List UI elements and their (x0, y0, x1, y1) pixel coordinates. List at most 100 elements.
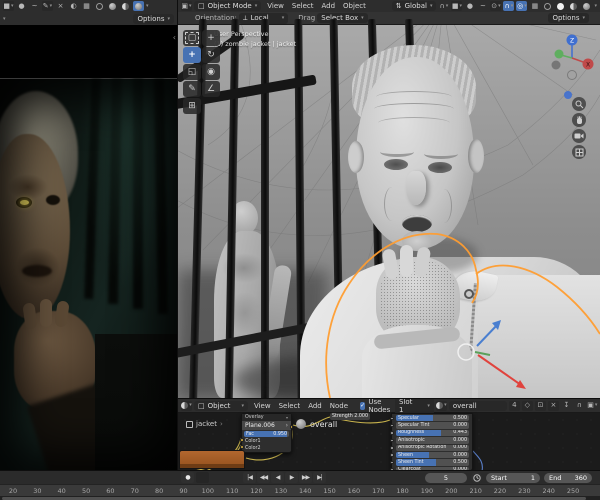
rendered-shading-icon[interactable] (581, 1, 592, 11)
material-shading-icon[interactable] (568, 1, 579, 11)
add-object-tool[interactable]: ⊞ (183, 98, 201, 114)
rotate-tool[interactable]: ↻ (202, 47, 220, 63)
clock-icon[interactable] (471, 472, 482, 483)
collapse-arrow-icon[interactable]: ‹ (173, 33, 176, 42)
pen-dropdown[interactable]: ✎ ▾ (42, 1, 53, 11)
fac-slider[interactable]: Fac 0.950 (242, 430, 291, 438)
previous-frame-button[interactable]: ◀ (271, 472, 284, 483)
node-slider-sheen[interactable]: Sheen 0.000 (390, 451, 469, 459)
chevron-down-icon[interactable]: ▾ (146, 3, 149, 9)
input-socket[interactable] (390, 446, 394, 450)
mix-node[interactable]: Overlay ▾ Plane.006 › Fac 0.950 Color1 Color… (240, 413, 293, 454)
blend-mode-dropdown[interactable]: Overlay ▾ (242, 414, 291, 421)
menu-node[interactable]: Node (326, 402, 352, 410)
measure-tool[interactable]: ∠ (202, 81, 220, 97)
wireframe-sphere-icon[interactable] (94, 1, 105, 11)
pan-hand-button[interactable] (572, 113, 586, 127)
falloff-dropdown[interactable]: ■ ▾ (451, 1, 463, 11)
transform-tool[interactable]: ◉ (202, 64, 220, 80)
timeline-scrollbar[interactable] (0, 496, 600, 500)
start-frame-field[interactable]: Start 1 (486, 472, 540, 483)
half-sphere-icon[interactable]: ◐ (68, 1, 79, 11)
unlink-material-icon[interactable]: × (547, 400, 559, 411)
node-slider-specular[interactable]: Specular 0.500 (390, 415, 469, 422)
output-socket[interactable] (289, 425, 293, 429)
fake-user-shield-icon[interactable]: ◇ (521, 400, 533, 411)
cursor-tool[interactable]: + (202, 30, 220, 46)
input-socket[interactable] (390, 460, 394, 465)
principled-bsdf-node[interactable]: Specular 0.500 Specular Tint 0.000 Roughne… (390, 413, 473, 470)
jump-to-start-button[interactable]: |◀ (243, 472, 256, 483)
image-texture-node[interactable] (179, 450, 245, 469)
zoom-button[interactable] (572, 97, 586, 111)
overlays-dropdown-icon[interactable]: ▣ ▾ (587, 401, 598, 411)
input-socket[interactable] (390, 431, 394, 435)
menu-view[interactable]: View (250, 402, 275, 410)
solid-sphere-icon[interactable] (107, 1, 118, 11)
camera-view-button[interactable] (572, 129, 586, 143)
scale-tool[interactable]: ◱ (183, 64, 201, 80)
node-slider-roughness[interactable]: Roughness 0.443 (390, 429, 469, 437)
end-frame-field[interactable]: End 360 (544, 472, 592, 483)
keying-set-button[interactable] (196, 472, 209, 483)
node-slider-anisotropic-rotation[interactable]: Anisotropic Rotation 0.000 (390, 444, 469, 451)
grid-icon[interactable]: ▦ (81, 1, 92, 11)
select-box-tool[interactable]: ▢ (183, 30, 201, 46)
ortho-grid-button[interactable] (572, 145, 586, 159)
input-color2[interactable]: Color2 (242, 445, 291, 452)
annotate-tool[interactable]: ✎ (183, 81, 201, 97)
pin-icon[interactable]: ↧ (561, 401, 572, 411)
select-tool-dropdown[interactable]: Select Box ▾ (317, 13, 368, 23)
options-button[interactable]: Options ▾ (133, 13, 174, 24)
rendered-sphere-icon[interactable] (133, 1, 144, 11)
material-sphere-icon[interactable] (120, 1, 131, 11)
solid-shading-icon[interactable] (555, 1, 566, 11)
editor-type-icon[interactable]: ▾ (181, 400, 192, 411)
circle-icon[interactable]: ● (16, 1, 27, 11)
mode-dropdown[interactable]: □ Object Mode ▾ (194, 1, 262, 11)
menu-select[interactable]: Select (275, 402, 305, 410)
node-graph-canvas[interactable]: jacket › Overlay ▾ Plane.006 › Fac 0.950 Co… (178, 413, 600, 470)
menu-view[interactable]: View (263, 2, 288, 10)
strength-field[interactable]: Strength 2.000 (330, 413, 370, 420)
node-slider-specular-tint[interactable]: Specular Tint 0.000 (390, 422, 469, 429)
viewport-canvas[interactable]: Z X User Perspective (1) zombie jacket |… (178, 18, 600, 398)
previous-keyframe-button[interactable]: ◀◀ (257, 472, 270, 483)
wireframe-shading-icon[interactable] (542, 1, 553, 11)
browse-material-icon[interactable]: ▾ (435, 400, 447, 411)
shader-type-dropdown[interactable]: □ Object ▾ (194, 400, 248, 411)
pivot-point-dropdown[interactable]: ⊙ ▾ (490, 1, 502, 11)
input-socket[interactable] (390, 453, 394, 457)
input-socket[interactable] (390, 438, 394, 443)
move-tool[interactable]: + (183, 47, 201, 63)
options-button[interactable]: Options ▾ (548, 13, 589, 23)
circle-icon[interactable]: ● (464, 1, 475, 11)
sculpt-figure[interactable] (178, 25, 600, 398)
timeline-ruler[interactable]: 20 30 40 50 60 70 80 90 100 110 120 130 140 150 160 170… (0, 484, 600, 496)
menu-add[interactable]: Add (304, 402, 326, 410)
snap-toggle-icon[interactable]: ∩ ▾ (503, 1, 515, 11)
snap-magnet-icon[interactable]: ∩ (574, 401, 585, 411)
proportional-edit-icon[interactable]: ◎ ▾ (516, 1, 528, 11)
new-material-icon[interactable]: ⊡ (534, 400, 546, 411)
menu-select[interactable]: Select (288, 2, 318, 10)
curve-icon[interactable]: ~ (477, 1, 488, 11)
snap-magnet-icon[interactable]: ∩ ▾ (438, 1, 449, 11)
color2-socket[interactable] (240, 445, 244, 449)
input-socket[interactable] (390, 416, 394, 420)
menu-add[interactable]: Add (317, 2, 339, 10)
next-keyframe-button[interactable]: ▶▶ (299, 472, 312, 483)
material-name-field[interactable]: overall (448, 400, 507, 411)
editor-type-icon[interactable]: ▣ ▾ (181, 1, 192, 11)
input-socket[interactable] (390, 423, 394, 428)
auto-keyframe-button[interactable]: ● (181, 472, 194, 483)
chevron-down-icon[interactable]: ▾ (594, 3, 597, 9)
material-users-count[interactable]: 4 (508, 400, 520, 411)
x-icon[interactable]: × (55, 1, 66, 11)
use-nodes-checkbox[interactable]: ✓ Use Nodes (360, 399, 393, 414)
jump-to-end-button[interactable]: ▶| (313, 472, 326, 483)
node-title[interactable]: Plane.006 › (242, 421, 291, 430)
color1-socket[interactable] (240, 438, 244, 442)
overlays-icon[interactable]: ▦ (529, 1, 540, 11)
play-button[interactable]: ▶ (285, 472, 298, 483)
